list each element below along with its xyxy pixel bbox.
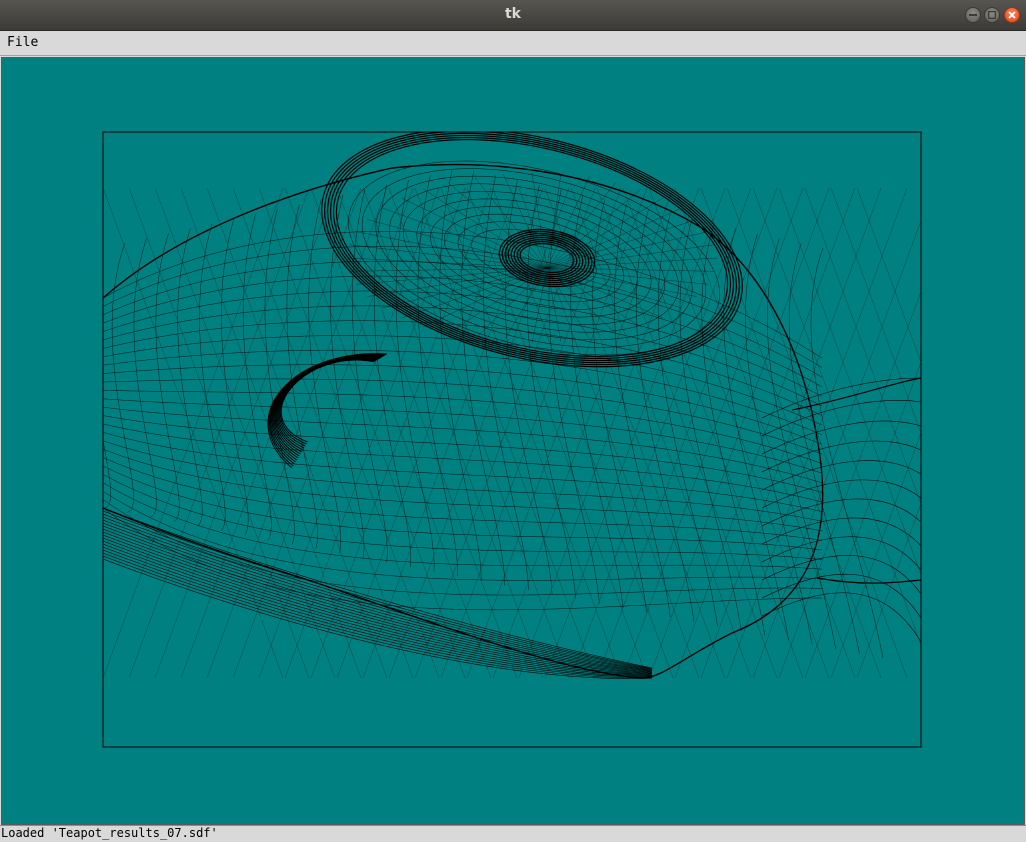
maximize-icon [988, 11, 996, 19]
status-text: Loaded 'Teapot_results_07.sdf' [1, 826, 218, 840]
title-bar[interactable]: tk [0, 0, 1026, 31]
window-title: tk [504, 6, 521, 22]
close-button[interactable] [1004, 7, 1020, 23]
teapot-wireframe [103, 132, 921, 679]
minimize-button[interactable] [965, 7, 981, 23]
render-canvas[interactable] [1, 57, 1025, 825]
status-bar: Loaded 'Teapot_results_07.sdf' [0, 825, 1026, 842]
menu-file[interactable]: File [3, 33, 42, 52]
menu-bar: File [0, 31, 1026, 56]
maximize-button[interactable] [984, 7, 1000, 23]
minimize-icon [969, 14, 977, 16]
wireframe-view [102, 131, 922, 748]
close-icon [1008, 11, 1016, 19]
